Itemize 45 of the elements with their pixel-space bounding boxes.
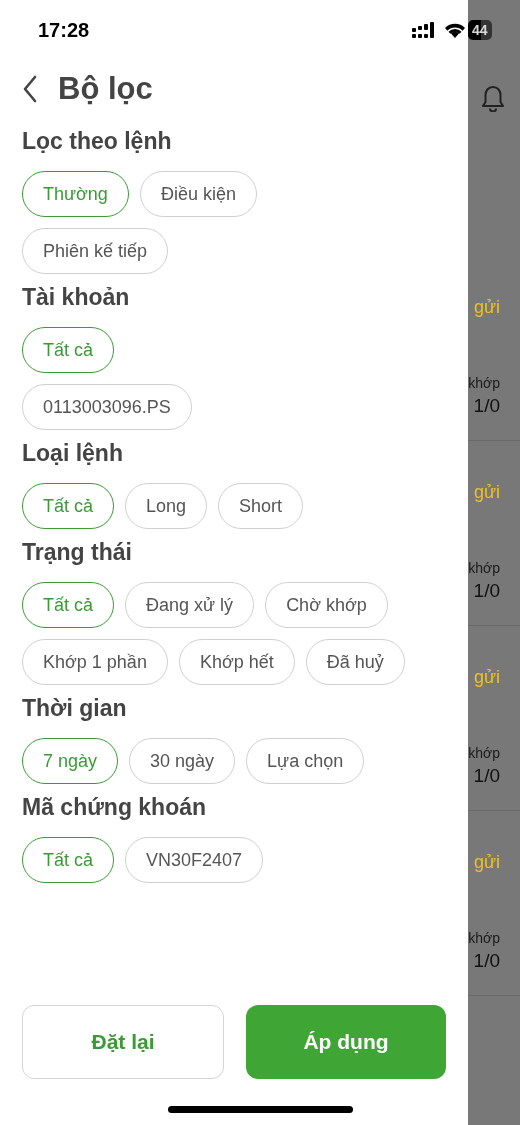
filter-chip[interactable]: VN30F2407 bbox=[125, 837, 264, 883]
filter-chip[interactable]: Short bbox=[218, 483, 304, 529]
page-title: Bộ lọc bbox=[58, 71, 153, 107]
bell-icon bbox=[480, 84, 506, 112]
status-time: 17:28 bbox=[38, 18, 91, 42]
back-icon[interactable] bbox=[22, 75, 38, 103]
section-title: Thời gian bbox=[22, 695, 128, 722]
section-title: Loại lệnh bbox=[22, 440, 124, 467]
filter-chip[interactable]: Chờ khớp bbox=[265, 582, 388, 628]
filter-chip[interactable]: Tất cả bbox=[22, 582, 115, 628]
order-value: 1/0 bbox=[473, 579, 500, 603]
battery-icon: 44 bbox=[468, 20, 492, 40]
order-value: 1/0 bbox=[473, 394, 500, 418]
order-status: gửi bbox=[473, 666, 500, 688]
filter-chip[interactable]: Tất cả bbox=[22, 327, 115, 373]
filter-chip[interactable]: Điều kiện bbox=[139, 171, 257, 217]
filter-chip[interactable]: Khớp hết bbox=[178, 639, 295, 685]
filter-chip[interactable]: Khớp 1 phần bbox=[22, 639, 168, 685]
filter-chip[interactable]: Đang xử lý bbox=[125, 582, 255, 628]
reset-button[interactable]: Đặt lại bbox=[22, 1005, 224, 1079]
order-status: gửi bbox=[473, 481, 500, 503]
filter-chip[interactable]: 30 ngày bbox=[129, 738, 236, 784]
order-label: khớp bbox=[468, 744, 500, 762]
order-label: khớp bbox=[468, 374, 500, 392]
filter-chip[interactable]: Đã huỷ bbox=[305, 639, 405, 685]
order-value: 1/0 bbox=[473, 764, 500, 788]
wifi-icon bbox=[444, 22, 466, 38]
filter-chip[interactable]: Tất cả bbox=[22, 837, 115, 883]
order-label: khớp bbox=[468, 929, 500, 947]
filter-chip[interactable]: Phiên kế tiếp bbox=[22, 228, 169, 274]
section-title: Mã chứng khoán bbox=[22, 794, 208, 821]
section-title: Lọc theo lệnh bbox=[22, 128, 173, 155]
order-label: khớp bbox=[468, 559, 500, 577]
order-value: 1/0 bbox=[473, 949, 500, 973]
order-status: gửi bbox=[473, 851, 500, 873]
filter-chip[interactable]: Long bbox=[125, 483, 208, 529]
order-status: gửi bbox=[473, 296, 500, 318]
section-title: Trạng thái bbox=[22, 539, 133, 566]
filter-chip[interactable]: Thường bbox=[22, 171, 129, 217]
filter-chip[interactable]: Lựa chọn bbox=[246, 738, 365, 784]
filter-chip[interactable]: 0113003096.PS bbox=[22, 384, 192, 430]
filter-chip[interactable]: 7 ngày bbox=[22, 738, 119, 784]
filter-chip[interactable]: Tất cả bbox=[22, 483, 115, 529]
signal-icon bbox=[412, 22, 436, 38]
section-title: Tài khoản bbox=[22, 284, 131, 311]
